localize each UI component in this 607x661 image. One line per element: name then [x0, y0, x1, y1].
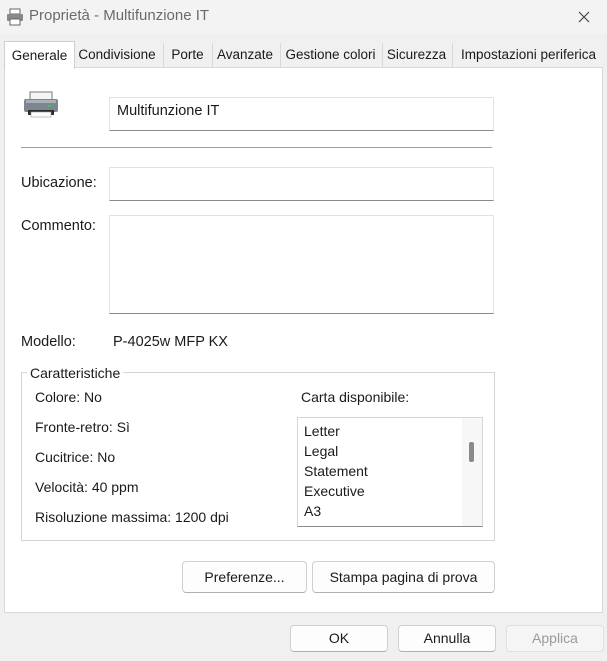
list-item[interactable]: Legal — [304, 443, 338, 459]
ok-button[interactable]: OK — [290, 625, 388, 652]
list-item[interactable]: Statement — [304, 463, 368, 479]
list-item[interactable]: Letter — [304, 423, 340, 439]
list-item[interactable]: A3 — [304, 503, 321, 519]
tab-generale[interactable]: Generale — [4, 41, 75, 69]
comment-label: Commento: — [21, 218, 96, 234]
window-title: Proprietà - Multifunzione IT — [29, 7, 210, 24]
feature-resolution: Risoluzione massima: 1200 dpi — [35, 509, 229, 525]
model-label: Modello: — [21, 334, 76, 350]
comment-textarea[interactable] — [109, 215, 494, 314]
feature-color: Colore: No — [35, 389, 102, 405]
tab-avanzate[interactable]: Avanzate — [212, 43, 277, 67]
features-title: Caratteristiche — [27, 365, 124, 381]
feature-stapler: Cucitrice: No — [35, 449, 116, 465]
scrollbar-thumb[interactable] — [469, 442, 474, 462]
printer-name-input[interactable]: Multifunzione IT — [109, 97, 494, 131]
model-value: P-4025w MFP KX — [113, 334, 228, 350]
tab-porte[interactable]: Porte — [163, 43, 211, 67]
location-input[interactable] — [109, 167, 494, 201]
preferences-button[interactable]: Preferenze... — [182, 561, 307, 593]
apply-button[interactable]: Applica — [506, 625, 604, 652]
printer-icon — [24, 91, 58, 118]
printer-icon — [7, 8, 23, 26]
tab-strip: Generale Condivisione Porte Avanzate Ges… — [4, 41, 604, 69]
paper-list[interactable]: Letter Legal Statement Executive A3 — [297, 417, 483, 527]
cancel-button[interactable]: Annulla — [398, 625, 496, 652]
separator — [21, 147, 492, 148]
location-label: Ubicazione: — [21, 175, 97, 191]
feature-speed: Velocità: 40 ppm — [35, 479, 139, 495]
tab-gestione-colori[interactable]: Gestione colori — [280, 43, 380, 67]
close-button[interactable] — [561, 0, 607, 34]
list-item[interactable]: Executive — [304, 483, 365, 499]
close-icon — [578, 11, 590, 23]
tab-impostazioni-periferica[interactable]: Impostazioni periferica — [452, 43, 604, 67]
paper-label: Carta disponibile: — [301, 389, 410, 405]
tab-sicurezza[interactable]: Sicurezza — [382, 43, 450, 67]
paper-list-scrollbar[interactable] — [462, 418, 482, 526]
title-bar: Proprietà - Multifunzione IT — [0, 0, 607, 34]
print-test-page-button[interactable]: Stampa pagina di prova — [312, 561, 495, 593]
tab-condivisione[interactable]: Condivisione — [74, 43, 160, 67]
feature-duplex: Fronte-retro: Sì — [35, 419, 130, 435]
